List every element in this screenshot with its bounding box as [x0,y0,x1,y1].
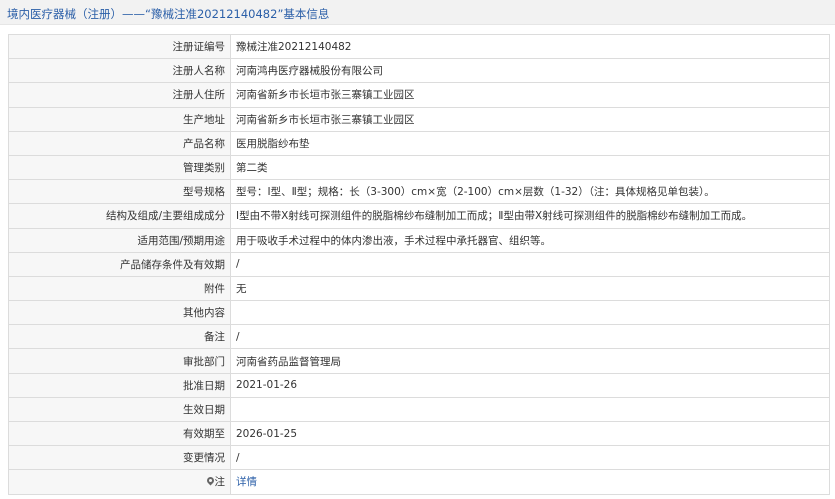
location-pin-icon [207,477,214,486]
row-value [230,396,830,423]
row-label: 注册人名称 [8,58,231,84]
page-header: 境内医疗器械（注册）——“豫械注准20212140482”基本信息 [0,0,835,25]
row-label: 产品储存条件及有效期 [8,251,231,277]
note-label: 注 [214,476,226,489]
table-row: 备注 / [8,324,830,350]
row-value-note: 详情 [230,469,830,495]
table-row: 批准日期 2021-01-26 [8,372,830,398]
table-row: 结构及组成/主要组成成分 Ⅰ型由不带X射线可探测组件的脱脂棉纱布缝制加工而成；Ⅱ… [8,203,830,229]
row-value: 2021-01-26 [230,372,830,398]
table-row-note: 注 详情 [8,469,830,495]
row-value: 无 [230,275,830,302]
table-row: 适用范围/预期用途 用于吸收手术过程中的体内渗出液，手术过程中承托器官、组织等。 [8,227,830,253]
table-row: 其他内容 [8,300,830,326]
table-row: 变更情况 / [8,445,830,471]
row-label: 备注 [8,324,231,350]
table-row: 审批部门 河南省药品监督管理局 [8,348,830,374]
table-row: 产品名称 医用脱脂纱布垫 [8,130,830,156]
info-table: 注册证编号 豫械注准20212140482 注册人名称 河南鸿冉医疗器械股份有限… [8,33,830,495]
row-label: 注册人住所 [8,82,231,108]
details-link[interactable]: 详情 [236,476,257,488]
table-row: 注册证编号 豫械注准20212140482 [8,33,830,60]
row-label: 管理类别 [8,154,231,181]
row-label-note: 注 [8,469,231,495]
row-label: 附件 [8,275,231,302]
row-label: 批准日期 [8,372,231,398]
row-value: 2026-01-25 [230,420,830,447]
row-value: Ⅰ型由不带X射线可探测组件的脱脂棉纱布缝制加工而成；Ⅱ型由带X射线可探测组件的脱… [230,203,830,229]
row-label: 型号规格 [8,179,231,205]
row-value: 豫械注准20212140482 [230,33,830,60]
row-value: / [230,445,830,471]
table-row: 管理类别 第二类 [8,154,830,181]
table-row: 附件 无 [8,275,830,302]
table-row: 注册人住所 河南省新乡市长垣市张三寨镇工业园区 [8,82,830,108]
row-label: 产品名称 [8,130,231,156]
row-value: 第二类 [230,154,830,181]
row-value: 河南鸿冉医疗器械股份有限公司 [230,58,830,84]
row-value: / [230,251,830,277]
row-value: / [230,324,830,350]
row-label: 生产地址 [8,106,231,132]
table-row: 生产地址 河南省新乡市长垣市张三寨镇工业园区 [8,106,830,132]
row-value: 河南省新乡市长垣市张三寨镇工业园区 [230,106,830,132]
row-label: 生效日期 [8,396,231,423]
row-value: 医用脱脂纱布垫 [230,130,830,156]
row-value: 型号：Ⅰ型、Ⅱ型；规格：长（3-300）cm×宽（2-100）cm×层数（1-3… [230,179,830,205]
page-title: 境内医疗器械（注册）——“豫械注准20212140482”基本信息 [7,7,330,21]
row-value: 河南省药品监督管理局 [230,348,830,374]
row-label: 有效期至 [8,420,231,447]
row-value: 用于吸收手术过程中的体内渗出液，手术过程中承托器官、组织等。 [230,227,830,253]
table-row: 产品储存条件及有效期 / [8,251,830,277]
table-row: 有效期至 2026-01-25 [8,420,830,447]
row-label: 结构及组成/主要组成成分 [8,203,231,229]
table-row: 型号规格 型号：Ⅰ型、Ⅱ型；规格：长（3-300）cm×宽（2-100）cm×层… [8,179,830,205]
row-label: 适用范围/预期用途 [8,227,231,253]
row-label: 审批部门 [8,348,231,374]
row-value: 河南省新乡市长垣市张三寨镇工业园区 [230,82,830,108]
row-label: 其他内容 [8,300,231,326]
row-label: 注册证编号 [8,33,231,60]
row-value [230,300,830,326]
table-row: 注册人名称 河南鸿冉医疗器械股份有限公司 [8,58,830,84]
table-row: 生效日期 [8,396,830,423]
row-label: 变更情况 [8,445,231,471]
